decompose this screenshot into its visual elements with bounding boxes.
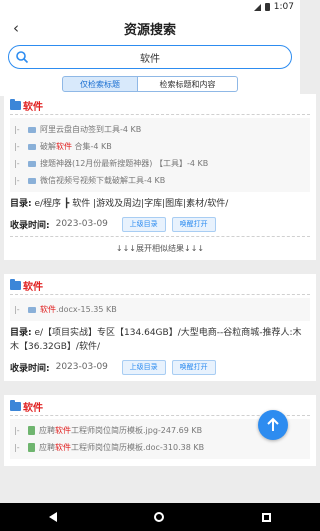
folder-icon (28, 126, 36, 133)
folder-icon (28, 306, 36, 313)
arrow-up-icon (267, 417, 279, 431)
result-directory: 目录: e/【项目实战】专区【134.64GB】/大型电商--谷粒商城-推荐人:… (10, 328, 302, 352)
search-input[interactable]: 软件 (8, 45, 292, 69)
file-tree: |- 软件.docx-15.35 KB (10, 298, 310, 321)
divider (10, 294, 310, 295)
tree-branch: |- (14, 443, 20, 452)
divider (10, 114, 310, 115)
top-bar: ‹ 资源搜索 (0, 14, 300, 42)
scroll-to-top-button[interactable] (258, 410, 288, 440)
file-item[interactable]: |- 应聘软件工程师岗位简历模板.doc-310.38 KB (14, 439, 306, 456)
expand-similar-button[interactable]: ↓↓↓展开相似结果↓↓↓ (10, 239, 310, 256)
folder-icon (28, 160, 36, 167)
search-container: 软件 (0, 42, 300, 74)
page-title: 资源搜索 (123, 22, 176, 38)
status-time: 1:07 (273, 2, 294, 12)
folder-icon (10, 399, 21, 411)
parent-directory-button[interactable]: 上级目录 (121, 216, 166, 232)
result-time-row: 收录时间: 2023-03-09 上级目录 唤醒打开 (10, 214, 310, 234)
results-list: 软件 |- 阿里云盘自动签到工具-4 KB |- 破解软件 合集-4 KB |-… (0, 88, 320, 503)
tree-branch: |- (14, 142, 20, 151)
tree-branch: |- (14, 159, 20, 168)
search-icon (16, 51, 29, 64)
nav-recent-icon[interactable] (262, 512, 272, 522)
file-item[interactable]: |- 阿里云盘自动签到工具-4 KB (14, 121, 306, 138)
result-time-row: 收录时间: 2023-03-09 上级目录 唤醒打开 (10, 357, 310, 377)
nav-back-icon[interactable] (48, 512, 57, 522)
open-app-button[interactable]: 唤醒打开 (171, 359, 216, 375)
back-arrow-icon[interactable]: ‹ (8, 19, 24, 37)
divider (10, 236, 310, 237)
nav-home-icon[interactable] (154, 512, 165, 522)
tree-branch: |- (14, 426, 20, 435)
folder-icon (10, 98, 21, 110)
folder-icon (28, 177, 36, 184)
folder-icon (10, 278, 21, 290)
battery-icon (264, 3, 270, 11)
result-card[interactable]: 软件 |- 阿里云盘自动签到工具-4 KB |- 破解软件 合集-4 KB |-… (4, 94, 316, 260)
result-title: 软件 (10, 278, 310, 293)
file-item[interactable]: |- 破解软件 合集-4 KB (14, 138, 306, 155)
result-title: 软件 (10, 98, 310, 113)
file-item[interactable]: |- 软件.docx-15.35 KB (14, 301, 306, 318)
result-card[interactable]: 软件 |- 软件.docx-15.35 KB 目录: e/【项目实战】专区【13… (4, 274, 316, 381)
parent-directory-button[interactable]: 上级目录 (121, 359, 166, 375)
tree-branch: |- (14, 125, 20, 134)
system-nav-bar (0, 503, 320, 531)
result-directory: 目录: e/程序 ┣ 软件 |游戏及周边|字库|图库|素材/软件/ (10, 199, 229, 209)
file-item[interactable]: |- 搜题神器(12月份最新搜题神器) 【工具】-4 KB (14, 155, 306, 172)
search-value: 软件 (140, 53, 160, 65)
tree-branch: |- (14, 305, 20, 314)
result-date: 2023-03-09 (55, 362, 108, 372)
file-item[interactable]: |- 微信视频号视频下载破解工具-4 KB (14, 172, 306, 189)
open-app-button[interactable]: 唤醒打开 (171, 216, 216, 232)
status-bar: 1:07 (0, 0, 300, 14)
tree-branch: |- (14, 176, 20, 185)
document-file-icon (28, 443, 35, 452)
signal-icon (253, 3, 261, 11)
image-file-icon (28, 426, 35, 435)
result-date: 2023-03-09 (55, 219, 108, 229)
file-tree: |- 阿里云盘自动签到工具-4 KB |- 破解软件 合集-4 KB |- 搜题… (10, 118, 310, 192)
folder-icon (28, 143, 36, 150)
